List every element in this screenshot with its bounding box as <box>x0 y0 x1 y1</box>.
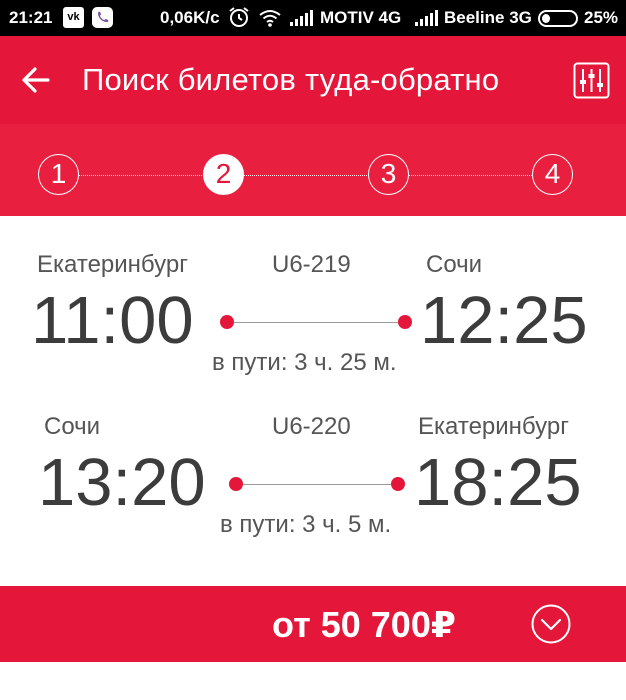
vk-icon: vk <box>63 7 84 28</box>
expand-button[interactable] <box>531 604 571 644</box>
price-label: от 50 700₽ <box>272 604 456 645</box>
battery-percent: 25% <box>584 8 619 27</box>
stepper: 1 2 3 4 <box>0 124 626 216</box>
flight-code: U6-219 <box>272 251 351 278</box>
step-3[interactable]: 3 <box>368 154 409 195</box>
signal-icon <box>289 10 313 26</box>
departure-city: Екатеринбург <box>37 251 188 278</box>
route-start-dot <box>229 477 243 491</box>
page-title: Поиск билетов туда-обратно <box>82 62 500 97</box>
departure-time: 13:20 <box>38 445 206 520</box>
step-4[interactable]: 4 <box>532 154 573 195</box>
step-1[interactable]: 1 <box>38 154 79 195</box>
arrow-left-icon <box>22 67 50 93</box>
step-connector <box>409 175 532 176</box>
status-bar: 21:21 vk 0,06K/c MOTIV 4G Beeline 3G 25% <box>0 0 626 36</box>
price-bar[interactable]: от 50 700₽ <box>0 586 626 662</box>
flight-duration: в пути: 3 ч. 25 м. <box>212 349 397 376</box>
step-connector <box>79 175 202 176</box>
app-bar: Поиск билетов туда-обратно <box>0 36 626 124</box>
route-line <box>234 322 398 323</box>
equalizer-icon <box>573 62 610 99</box>
wifi-icon <box>258 8 282 28</box>
flight-return[interactable]: Сочи U6-220 Екатеринбург 13:20 18:25 в п… <box>0 402 626 562</box>
route-start-dot <box>220 315 234 329</box>
route-end-dot <box>391 477 405 491</box>
alarm-icon <box>228 6 250 28</box>
network-speed: 0,06K/c <box>160 8 220 27</box>
departure-time: 11:00 <box>31 283 194 358</box>
arrival-city: Сочи <box>426 251 483 278</box>
flight-code: U6-220 <box>272 413 351 440</box>
chevron-down-circle-icon <box>531 604 571 644</box>
step-2[interactable]: 2 <box>203 154 244 195</box>
battery-icon <box>538 10 578 27</box>
arrival-city: Екатеринбург <box>418 413 569 440</box>
route-line <box>243 484 391 485</box>
signal-icon <box>414 10 438 26</box>
departure-city: Сочи <box>44 413 101 440</box>
arrival-time: 12:25 <box>420 283 588 358</box>
operator-2: Beeline 3G <box>444 8 532 27</box>
arrival-time: 18:25 <box>414 445 582 520</box>
filter-button[interactable] <box>573 62 610 99</box>
viber-icon <box>92 7 113 28</box>
back-button[interactable] <box>16 60 56 100</box>
flight-outbound[interactable]: Екатеринбург U6-219 Сочи 11:00 12:25 в п… <box>0 240 626 400</box>
step-connector <box>244 175 367 176</box>
operator-1: MOTIV 4G <box>320 8 402 27</box>
route-end-dot <box>398 315 412 329</box>
flight-duration: в пути: 3 ч. 5 м. <box>220 511 392 538</box>
status-time: 21:21 <box>9 8 53 27</box>
